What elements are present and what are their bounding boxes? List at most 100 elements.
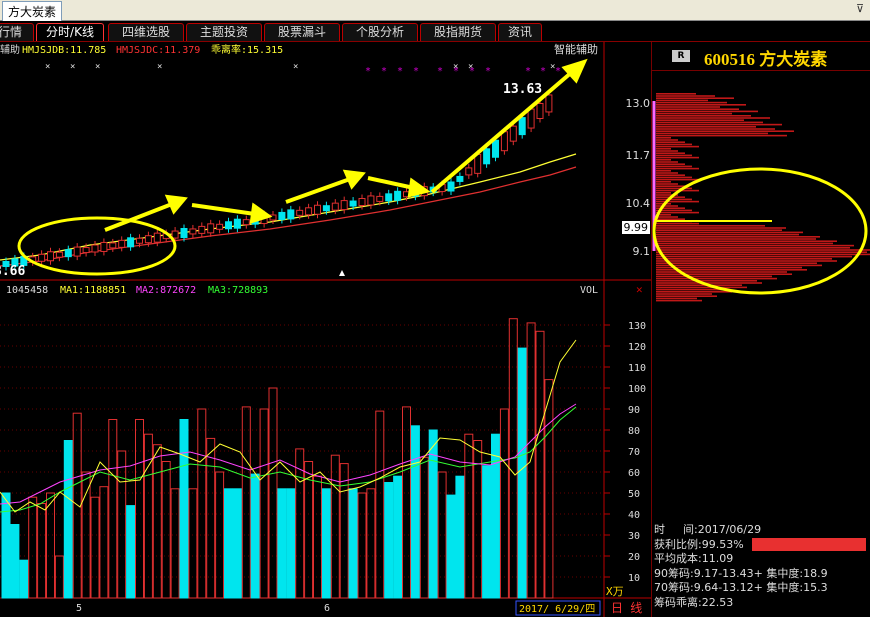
chart-area[interactable]: 辅助 HMJSJDB:11.785 HMJSJDC:11.379 乖离率:15.… <box>0 42 651 617</box>
candlestick <box>314 204 321 215</box>
volume-bar <box>152 444 162 599</box>
volume-title: VOL <box>580 285 598 296</box>
volume-tick-label: 10 <box>628 573 640 584</box>
volume-bar <box>72 412 82 599</box>
chip-bar <box>656 266 802 269</box>
tab-kline[interactable]: 分时/K线 <box>36 23 104 41</box>
volume-bar <box>499 408 509 599</box>
chip-bar <box>656 247 850 249</box>
period-label[interactable]: 日 线 <box>611 601 642 615</box>
candlestick <box>456 175 464 182</box>
volume-bar <box>117 450 127 599</box>
chip-bar <box>656 99 708 102</box>
stock-header: R 600516 方大炭素 <box>652 42 870 71</box>
chip-bar <box>656 236 820 238</box>
chip-bar <box>656 286 747 289</box>
chip-bar <box>656 299 702 302</box>
volume-tick-label: 50 <box>628 489 640 500</box>
chip-bar <box>656 293 712 295</box>
volume-tick-label: 20 <box>628 552 640 563</box>
signal-x-marker: × <box>95 62 100 72</box>
chip-bar <box>656 185 685 187</box>
signal-star-marker: * <box>525 66 531 77</box>
chip-bar <box>656 167 699 170</box>
hmjsjdc-value: HMJSJDC:11.379 <box>116 45 200 56</box>
chip-bar <box>656 95 715 97</box>
chip-bar <box>656 251 867 253</box>
volume-bar <box>63 440 73 599</box>
price-tick: 9.1 <box>632 245 651 258</box>
candlestick <box>331 202 339 211</box>
volume-bar <box>304 461 314 599</box>
chip90-range: 90筹码:9.17-13.43+ <box>654 566 763 580</box>
chip-bar <box>656 227 786 229</box>
close-icon[interactable]: ✕ <box>636 283 643 296</box>
tab-stock-analysis[interactable]: 个股分析 <box>342 23 418 41</box>
volume-bar <box>277 488 287 599</box>
chip-bar <box>656 233 799 236</box>
hmjsjdb-value: HMJSJDB:11.785 <box>22 45 106 56</box>
volume-bar <box>535 330 545 599</box>
chip-bar <box>656 282 762 284</box>
volume-bar <box>366 488 376 599</box>
signal-star-marker: * <box>485 66 491 77</box>
chip-bar <box>656 126 756 128</box>
time-label: 时 <box>654 523 665 536</box>
current-date: 2017/ 6/29/四 <box>519 604 595 615</box>
chip-bar <box>656 258 832 260</box>
chip-bar <box>656 273 792 275</box>
chip70-concentration: 集中度:15.3 <box>766 581 828 594</box>
signal-star-marker: * <box>413 66 419 77</box>
candlestick <box>322 205 330 212</box>
current-price-tag: 9.99 <box>621 221 650 234</box>
smart-assist-label[interactable]: 智能辅助 <box>554 42 598 56</box>
chip-bar <box>656 101 727 104</box>
volume-tick-label: 130 <box>628 321 646 332</box>
tab-index-futures[interactable]: 股指期货 <box>420 23 496 41</box>
chip-bar <box>656 225 765 227</box>
tab-news[interactable]: 资讯 <box>498 23 542 41</box>
candlestick <box>91 244 99 253</box>
chip-bar <box>656 244 854 247</box>
tab-stock-funnel[interactable]: 股票漏斗 <box>264 23 340 41</box>
ma3-value: MA3:728893 <box>208 285 268 296</box>
signal-star-marker: * <box>365 66 371 77</box>
candlestick <box>340 200 348 211</box>
tab-4d-select[interactable]: 四维选股 <box>108 23 184 41</box>
chip-bar <box>656 174 685 176</box>
candlestick <box>394 190 402 201</box>
price-tick: 13.0 <box>625 97 651 110</box>
volume-bar <box>188 488 198 599</box>
chip-bar <box>656 183 678 185</box>
tab-theme-invest[interactable]: 主题投资 <box>186 23 262 41</box>
window-titlebar: 方大炭素 ⊽ <box>0 0 870 22</box>
candlestick <box>465 167 473 176</box>
chip-bar <box>656 112 732 115</box>
chip-bar <box>656 218 685 220</box>
candlestick <box>287 209 295 220</box>
candlestick <box>492 139 499 158</box>
chip-bar <box>656 262 817 264</box>
candlestick <box>545 94 553 113</box>
volume-bar <box>286 488 296 599</box>
chip-distribution-panel: R 600516 方大炭素 13.0 11.7 10.4 9.99 9.1 时 间… <box>621 42 870 617</box>
tab-quotes[interactable]: 行情 <box>0 23 34 41</box>
chip-bar <box>656 255 852 258</box>
candlestick <box>64 249 72 258</box>
chip-bar <box>656 132 768 135</box>
chip-bar <box>656 271 787 273</box>
volume-bar <box>482 465 492 599</box>
chip-bar <box>656 159 671 161</box>
chip-bar <box>656 154 692 157</box>
volume-tick-label: 100 <box>628 384 646 395</box>
volume-bar <box>126 505 136 599</box>
chip-bar <box>656 172 678 174</box>
window-title[interactable]: 方大炭素 <box>2 1 63 22</box>
avg-cost: 平均成本:11.09 <box>654 552 734 565</box>
volume-tick-label: 60 <box>628 468 640 479</box>
stock-code: 600516 <box>704 50 755 69</box>
volume-bar <box>46 492 55 599</box>
candlesticks <box>2 90 553 271</box>
chip-bar <box>656 280 757 282</box>
window-menu-icon[interactable]: ⊽ <box>856 2 864 15</box>
